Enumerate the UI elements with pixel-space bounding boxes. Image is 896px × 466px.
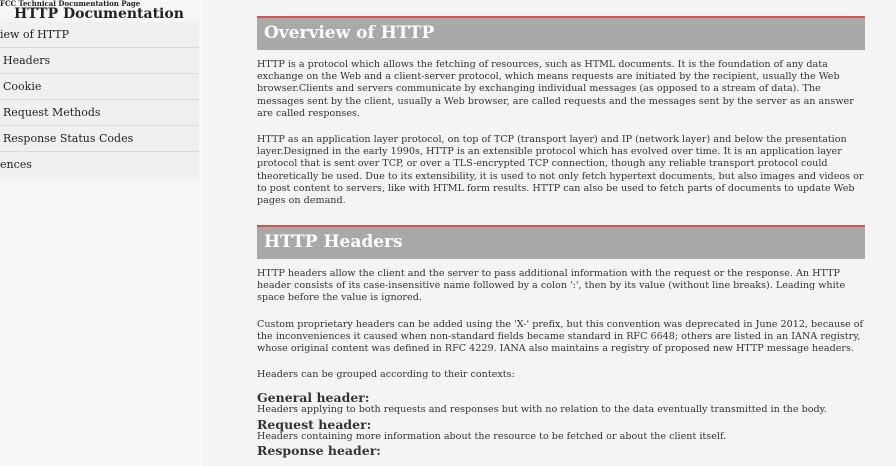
nav-link-cookie[interactable]: Cookie bbox=[0, 74, 199, 100]
nav-link-response-status-codes[interactable]: Response Status Codes bbox=[0, 126, 199, 152]
paragraph: HTTP headers allow the client and the se… bbox=[257, 268, 846, 304]
main-doc: Overview of HTTP HTTP is a protocol whic… bbox=[203, 0, 896, 466]
nav-list: iew of HTTP Headers Cookie Request Metho… bbox=[0, 22, 199, 178]
paragraph: Headers containing more information abou… bbox=[257, 430, 727, 442]
nav-link-label: ences bbox=[0, 158, 32, 171]
nav-title: HTTP Documentation bbox=[14, 6, 184, 22]
nav-link-label: Headers bbox=[3, 54, 51, 67]
section-title: Overview of HTTP bbox=[257, 16, 865, 50]
paragraph: Headers can be grouped according to thei… bbox=[257, 369, 515, 381]
subheading-request-header: Request header: bbox=[257, 416, 372, 432]
subheading-response-header: Response header: bbox=[257, 442, 381, 458]
nav-link-label: Response Status Codes bbox=[3, 132, 134, 145]
nav-link-request-methods[interactable]: Request Methods bbox=[0, 100, 199, 126]
nav-link-label: Request Methods bbox=[3, 106, 101, 119]
paragraph: Custom proprietary headers can be added … bbox=[257, 318, 864, 355]
paragraph: HTTP as an application layer protocol, o… bbox=[257, 134, 864, 207]
nav-link-headers[interactable]: Headers bbox=[0, 48, 199, 74]
section-overview: Overview of HTTP HTTP is a protocol whic… bbox=[257, 16, 865, 207]
paragraph: HTTP is a protocol which allows the fetc… bbox=[257, 59, 854, 119]
nav-link-label: Cookie bbox=[3, 80, 42, 93]
paragraph: Headers applying to both requests and re… bbox=[257, 404, 827, 416]
nav-link-label: iew of HTTP bbox=[0, 28, 70, 41]
section-title: HTTP Headers bbox=[257, 225, 865, 259]
nav-link-overview[interactable]: iew of HTTP bbox=[0, 22, 199, 48]
section-http-headers: HTTP Headers HTTP headers allow the clie… bbox=[257, 225, 865, 457]
navbar: FCC Technical Documentation Page HTTP Do… bbox=[0, 0, 203, 466]
nav-link-references[interactable]: ences bbox=[0, 152, 199, 178]
subheading-general-header: General header: bbox=[257, 390, 370, 406]
